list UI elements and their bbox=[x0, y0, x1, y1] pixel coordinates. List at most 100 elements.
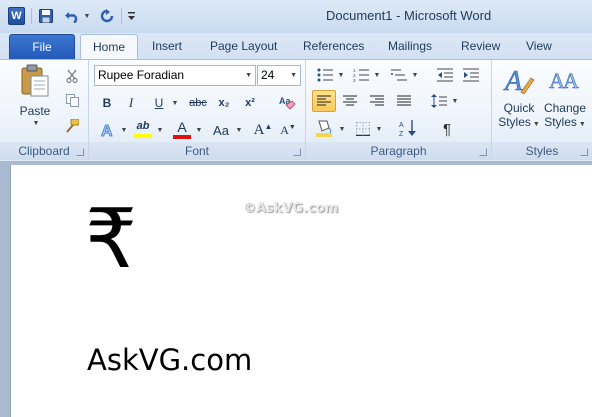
underline-dropdown-icon[interactable]: ▼ bbox=[169, 94, 179, 112]
format-painter-icon[interactable] bbox=[64, 118, 80, 134]
change-styles-label-2-row: Styles ▼ bbox=[544, 115, 586, 132]
font-size-dropdown-icon: ▼ bbox=[290, 72, 297, 79]
paragraph-group-label: Paragraph bbox=[370, 144, 427, 158]
undo-dropdown-icon[interactable]: ▼ bbox=[80, 6, 92, 26]
ribbon-tabs: File Home Insert Page Layout References … bbox=[0, 33, 592, 61]
paste-icon bbox=[21, 64, 49, 97]
font-color-button[interactable]: A bbox=[171, 118, 193, 140]
svg-text:Z: Z bbox=[399, 131, 404, 137]
subscript-button[interactable]: x₂ bbox=[215, 94, 233, 112]
svg-text:3: 3 bbox=[353, 78, 356, 82]
grow-font-label: A bbox=[253, 121, 265, 138]
bullets-icon[interactable] bbox=[316, 66, 334, 84]
decrease-indent-icon[interactable] bbox=[436, 66, 454, 84]
shrink-font-label: A bbox=[280, 122, 289, 137]
highlight-button[interactable]: ab bbox=[132, 118, 154, 140]
tab-references[interactable]: References bbox=[303, 39, 364, 53]
svg-text:A: A bbox=[399, 122, 404, 129]
document-area: ©AskVG.com ₹ AskVG.com bbox=[0, 161, 592, 417]
undo-icon[interactable] bbox=[62, 6, 82, 26]
quick-styles-label-2: Styles bbox=[498, 115, 531, 129]
styles-dialog-launcher[interactable] bbox=[580, 148, 588, 156]
cut-icon[interactable] bbox=[64, 68, 80, 84]
word-app-icon[interactable]: W bbox=[8, 7, 25, 25]
font-size-value: 24 bbox=[261, 68, 275, 82]
font-dialog-launcher[interactable] bbox=[293, 148, 301, 156]
align-right-icon[interactable] bbox=[368, 92, 386, 110]
styles-group: A Quick Styles ▼ A A Change Styles ▼ Style… bbox=[492, 60, 592, 160]
highlight-label: ab bbox=[136, 120, 150, 132]
copy-icon[interactable] bbox=[64, 92, 80, 108]
show-hide-marks-button[interactable]: ¶ bbox=[438, 120, 456, 138]
paste-label: Paste bbox=[19, 104, 51, 118]
underline-button[interactable]: U bbox=[150, 94, 168, 112]
font-name-combo[interactable]: Rupee Foradian ▼ bbox=[94, 65, 256, 86]
bullets-dropdown-icon[interactable]: ▼ bbox=[335, 66, 345, 84]
tab-view[interactable]: View bbox=[526, 39, 552, 53]
align-center-icon[interactable] bbox=[341, 92, 359, 110]
paste-button[interactable]: Paste ▼ bbox=[10, 64, 60, 136]
borders-icon[interactable] bbox=[354, 120, 372, 138]
font-group: Rupee Foradian ▼ 24 ▼ B I U ▼ abc x₂ x² … bbox=[89, 60, 306, 160]
change-styles-icon: A A bbox=[549, 68, 579, 94]
shading-icon[interactable] bbox=[314, 118, 334, 138]
numbering-dropdown-icon[interactable]: ▼ bbox=[371, 66, 381, 84]
paragraph-dialog-launcher[interactable] bbox=[479, 148, 487, 156]
qat-separator bbox=[31, 8, 32, 24]
text-effects-icon[interactable]: A bbox=[98, 120, 118, 140]
italic-button[interactable]: I bbox=[122, 94, 140, 112]
font-size-combo[interactable]: 24 ▼ bbox=[257, 65, 301, 86]
svg-text:A: A bbox=[563, 68, 579, 93]
highlight-dropdown-icon[interactable]: ▼ bbox=[154, 120, 164, 140]
align-left-button[interactable] bbox=[312, 90, 336, 112]
tab-home[interactable]: Home bbox=[80, 34, 138, 61]
bold-button[interactable]: B bbox=[98, 94, 116, 112]
grow-font-button[interactable]: A ▲ bbox=[253, 120, 273, 140]
paragraph-group: ▼ 123 ▼ ▼ ▼ ▼ ▼ A Z ¶ Paragraph bbox=[306, 60, 492, 160]
line-spacing-icon[interactable] bbox=[430, 92, 448, 110]
tab-page-layout[interactable]: Page Layout bbox=[210, 39, 277, 53]
rupee-symbol: ₹ bbox=[85, 192, 138, 287]
strikethrough-button[interactable]: abc bbox=[187, 94, 209, 112]
change-case-dropdown-icon[interactable]: ▼ bbox=[233, 120, 243, 140]
customize-qat-icon[interactable] bbox=[124, 6, 138, 26]
text-effects-dropdown-icon[interactable]: ▼ bbox=[118, 120, 128, 140]
clipboard-dialog-launcher[interactable] bbox=[76, 148, 84, 156]
highlight-color-swatch bbox=[134, 134, 152, 138]
tab-review[interactable]: Review bbox=[461, 39, 500, 53]
multilevel-list-icon[interactable] bbox=[390, 66, 408, 84]
qat-separator bbox=[121, 8, 122, 24]
svg-text:A: A bbox=[101, 123, 113, 139]
tab-file[interactable]: File bbox=[9, 34, 75, 60]
clipboard-group: Paste ▼ Clipboard bbox=[0, 60, 89, 160]
font-color-dropdown-icon[interactable]: ▼ bbox=[193, 120, 203, 140]
watermark-text: ©AskVG.com bbox=[243, 201, 339, 216]
line-spacing-dropdown-icon[interactable]: ▼ bbox=[449, 92, 459, 110]
tab-mailings[interactable]: Mailings bbox=[388, 39, 432, 53]
justify-icon[interactable] bbox=[395, 92, 413, 110]
quick-styles-dropdown-icon: ▼ bbox=[532, 121, 540, 128]
paste-dropdown-icon: ▼ bbox=[32, 120, 40, 127]
quick-styles-label-2-row: Styles ▼ bbox=[498, 115, 540, 132]
clear-formatting-icon[interactable]: Aa bbox=[277, 92, 297, 112]
quick-styles-button[interactable]: A Quick Styles ▼ bbox=[496, 64, 542, 140]
change-styles-button[interactable]: A A Change Styles ▼ bbox=[542, 64, 588, 140]
quick-styles-icon: A bbox=[503, 66, 535, 97]
borders-dropdown-icon[interactable]: ▼ bbox=[373, 120, 383, 138]
svg-text:A: A bbox=[503, 66, 523, 97]
sort-icon[interactable]: AZ bbox=[398, 118, 418, 138]
numbering-icon[interactable]: 123 bbox=[352, 66, 370, 84]
save-icon[interactable] bbox=[36, 6, 56, 26]
increase-indent-icon[interactable] bbox=[462, 66, 480, 84]
align-left-icon bbox=[317, 95, 331, 106]
font-name-dropdown-icon: ▼ bbox=[245, 72, 252, 79]
superscript-button[interactable]: x² bbox=[241, 94, 259, 112]
document-page[interactable]: ©AskVG.com ₹ AskVG.com bbox=[10, 165, 592, 417]
shrink-font-button[interactable]: A ▼ bbox=[278, 120, 298, 140]
tab-insert[interactable]: Insert bbox=[152, 39, 182, 53]
multilevel-dropdown-icon[interactable]: ▼ bbox=[409, 66, 419, 84]
redo-icon[interactable] bbox=[97, 6, 117, 26]
change-case-button[interactable]: Aa bbox=[209, 120, 233, 140]
change-styles-label-1: Change bbox=[543, 101, 587, 115]
shading-dropdown-icon[interactable]: ▼ bbox=[336, 120, 346, 138]
